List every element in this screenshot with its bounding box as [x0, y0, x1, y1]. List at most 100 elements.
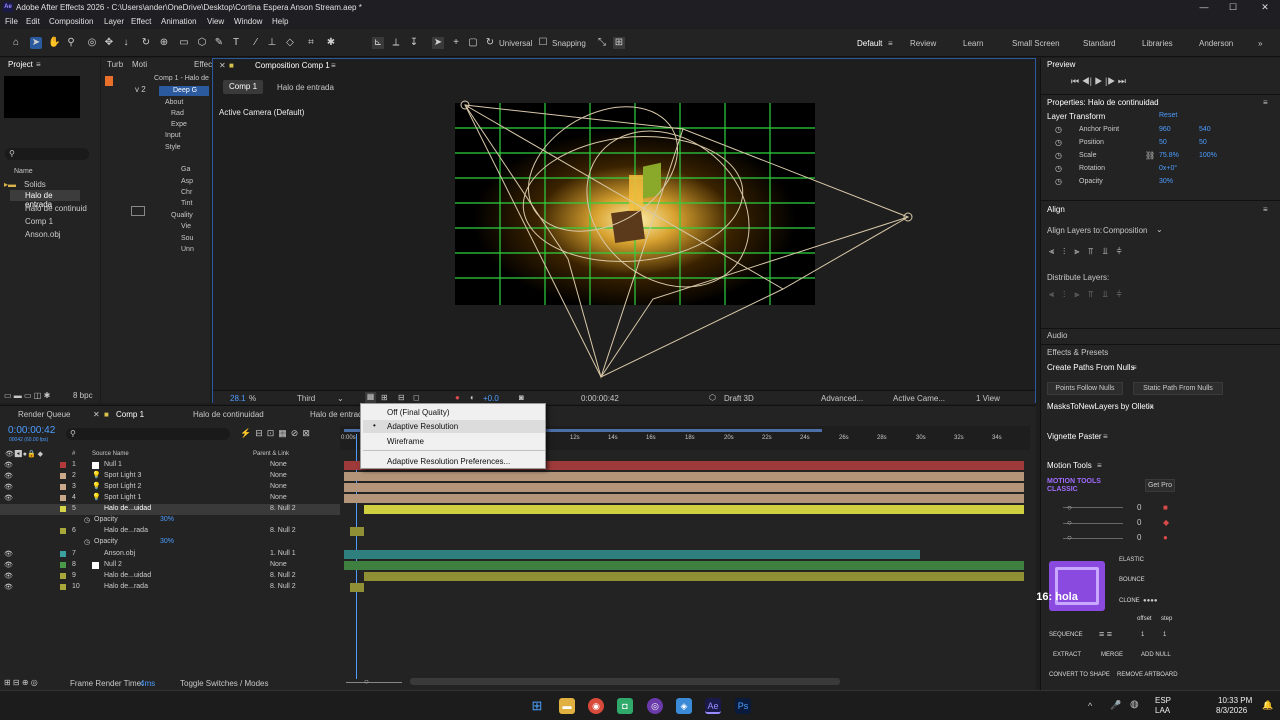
column-parent[interactable]: Parent & Link: [253, 451, 289, 457]
notification-bell-icon[interactable]: 🔔: [1262, 700, 1273, 711]
parent-select[interactable]: 8. Null 2: [270, 583, 296, 590]
sequence-button[interactable]: SEQUENCE: [1049, 632, 1083, 638]
clock-date[interactable]: 8/3/2026: [1216, 706, 1247, 715]
zoom-value[interactable]: 28.1: [230, 394, 246, 403]
extract-button[interactable]: EXTRACT: [1053, 652, 1081, 658]
label-color-swatch[interactable]: [60, 484, 66, 490]
lock-icon[interactable]: ■: [229, 61, 234, 70]
sequence-offset-value[interactable]: 1: [1141, 632, 1144, 638]
chrome-icon[interactable]: ◉: [588, 698, 604, 714]
layer-row-selected[interactable]: 5 Halo de...uidad 8. Null 2: [0, 504, 340, 515]
tab-composition[interactable]: Composition Comp 1: [255, 61, 330, 70]
label-color-swatch[interactable]: [60, 506, 66, 512]
tab-render-queue[interactable]: Render Queue: [18, 410, 70, 419]
effect-item[interactable]: Chr: [181, 189, 192, 196]
property-value[interactable]: 30%: [160, 516, 174, 523]
label-color-swatch[interactable]: [60, 573, 66, 579]
visibility-icon[interactable]: 👁: [4, 494, 13, 502]
pan-behind-icon[interactable]: ⊕: [158, 37, 170, 49]
tab-turbulence[interactable]: Turb: [107, 60, 123, 69]
remove-artboard-button[interactable]: REMOVE ARTBOARD: [1117, 672, 1178, 678]
workspace-small-screen[interactable]: Small Screen: [1012, 39, 1060, 48]
snap-grid-icon[interactable]: ⊞: [613, 37, 625, 49]
move-gizmo-icon[interactable]: ➤: [432, 37, 444, 49]
region-icon[interactable]: ◻: [413, 393, 420, 402]
layer-row[interactable]: 👁 7 Anson.obj 1. Null 1: [0, 549, 340, 560]
effect-deep-glow[interactable]: Deep G: [159, 86, 209, 96]
effect-item[interactable]: About: [165, 99, 183, 106]
visibility-icon[interactable]: 👁: [4, 472, 13, 480]
panel-menu-icon[interactable]: ≡: [1263, 98, 1268, 107]
exposure-icon[interactable]: ◐: [470, 393, 475, 402]
menu-view[interactable]: View: [207, 17, 224, 26]
breadcrumb-halo-entrada[interactable]: Halo de entrada: [277, 83, 334, 92]
project-item-anson-obj[interactable]: Anson.obj: [25, 230, 61, 239]
workspace-standard[interactable]: Standard: [1083, 39, 1115, 48]
timeline-search-input[interactable]: ⚲: [66, 428, 230, 440]
panel-menu-icon[interactable]: ≡: [1132, 363, 1137, 372]
close-icon[interactable]: ✕: [219, 61, 226, 70]
after-effects-taskbar-icon[interactable]: Ae: [705, 698, 721, 714]
effect-item[interactable]: Ga: [181, 166, 190, 173]
pan-camera-icon[interactable]: ✥: [103, 37, 115, 49]
minimize-button[interactable]: —: [1189, 0, 1219, 15]
visibility-icon[interactable]: 👁: [4, 583, 13, 591]
layer-bar-spotlight3[interactable]: [344, 472, 1024, 481]
hand-tool-icon[interactable]: ✋: [48, 37, 60, 49]
slider-1[interactable]: [1063, 507, 1123, 508]
label-color-swatch[interactable]: [60, 551, 66, 557]
layer-name[interactable]: Spot Light 2: [104, 483, 141, 490]
sequence-icons[interactable]: ≡ ≡: [1099, 629, 1112, 639]
keyframe-diamond-icon[interactable]: ◆: [1163, 518, 1169, 527]
layer-name[interactable]: Halo de...rada: [104, 527, 148, 534]
tab-comp1[interactable]: Comp 1: [116, 410, 144, 419]
project-item-halo-continuidad[interactable]: Halo de continuid: [25, 204, 87, 213]
merge-button[interactable]: MERGE: [1101, 652, 1123, 658]
layer-name[interactable]: Spot Light 3: [104, 472, 141, 479]
channel-icon[interactable]: ●: [455, 393, 460, 402]
workspace-anderson[interactable]: Anderson: [1199, 39, 1233, 48]
stopwatch-icon[interactable]: ◷: [1055, 177, 1062, 186]
property-row[interactable]: ◷ Opacity 30%: [0, 515, 340, 526]
parent-select[interactable]: None: [270, 483, 287, 490]
exposure-value[interactable]: +0.0: [483, 394, 499, 403]
layer-bar-halo-continuidad-2[interactable]: [364, 572, 1024, 581]
stopwatch-icon[interactable]: ◷: [1055, 138, 1062, 147]
panel-menu-icon[interactable]: ≡: [1103, 432, 1108, 441]
workspace-default[interactable]: Default: [857, 39, 882, 48]
layer-name[interactable]: Null 1: [104, 461, 122, 468]
column-source-name[interactable]: Source Name: [92, 451, 129, 457]
effect-item[interactable]: Tint: [181, 200, 192, 207]
label-color-swatch[interactable]: [60, 528, 66, 534]
effect-item[interactable]: Input: [165, 132, 181, 139]
layer-name[interactable]: Spot Light 1: [104, 494, 141, 501]
effect-item[interactable]: Vie: [181, 223, 191, 230]
timeline-current-time[interactable]: 0:00:00:42: [8, 425, 55, 436]
property-value[interactable]: 30%: [160, 538, 174, 545]
file-explorer-icon[interactable]: ▬: [559, 698, 575, 714]
layer-row[interactable]: 👁 1 Null 1 None: [0, 460, 340, 471]
slider-3-knob[interactable]: ○: [1067, 533, 1072, 542]
photoshop-taskbar-icon[interactable]: Ps: [735, 698, 751, 714]
snap-options-icon[interactable]: ⤡: [596, 37, 608, 49]
clock-time[interactable]: 10:33 PM: [1218, 696, 1252, 705]
stopwatch-icon[interactable]: ◷: [1055, 125, 1062, 134]
visibility-icon[interactable]: 👁: [4, 461, 13, 469]
slider-1-value[interactable]: 0: [1137, 503, 1141, 512]
layer-row[interactable]: 👁 4 💡 Spot Light 1 None: [0, 493, 340, 504]
menu-file[interactable]: File: [5, 17, 18, 26]
language-region[interactable]: LAA: [1155, 706, 1170, 715]
orbit-camera-icon[interactable]: ◎: [86, 37, 98, 49]
clone-stamp-icon[interactable]: ⊥: [266, 37, 278, 49]
slider-2-value[interactable]: 0: [1137, 518, 1141, 527]
close-button[interactable]: ✕: [1250, 0, 1280, 15]
layer-bar-spotlight2[interactable]: [344, 483, 1024, 492]
visibility-icon[interactable]: 👁: [4, 483, 13, 491]
roto-brush-icon[interactable]: ⌗: [305, 37, 317, 49]
stopwatch-icon[interactable]: ◷: [1055, 164, 1062, 173]
type-tool-icon[interactable]: T: [230, 37, 242, 49]
layer-row[interactable]: 👁 3 💡 Spot Light 2 None: [0, 482, 340, 493]
zoom-tool-icon[interactable]: ⚲: [65, 37, 77, 49]
microphone-icon[interactable]: 🎤: [1110, 700, 1121, 711]
zoom-unit[interactable]: %: [249, 394, 256, 403]
